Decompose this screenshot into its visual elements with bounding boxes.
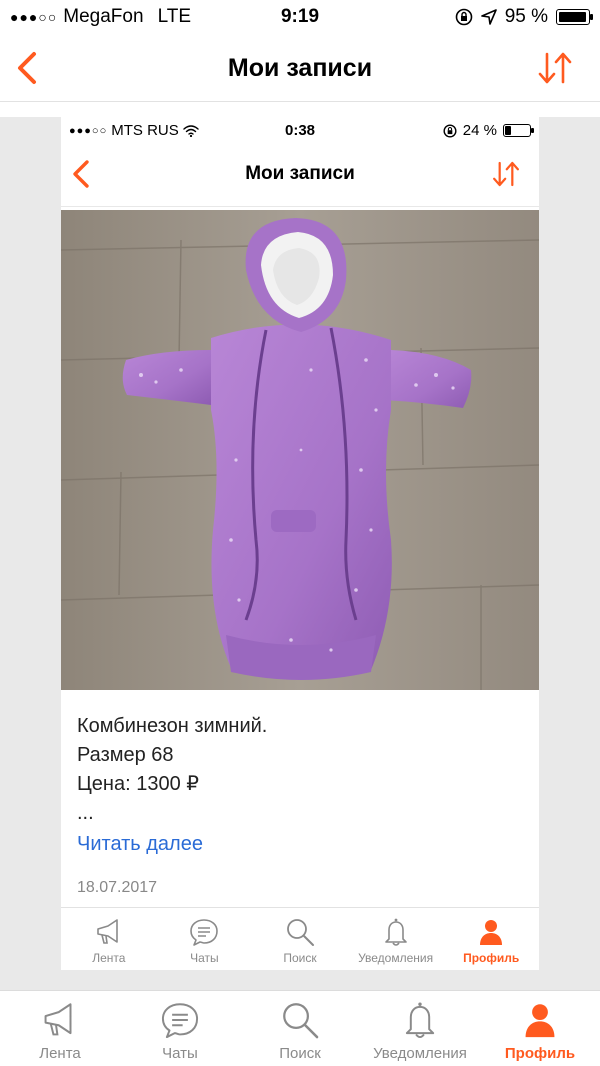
battery-percent: 95 % xyxy=(504,6,548,27)
chat-icon xyxy=(161,1003,199,1039)
battery-fill xyxy=(559,12,586,22)
bell-icon xyxy=(384,918,407,946)
post-photo[interactable] xyxy=(61,210,539,690)
megaphone-icon xyxy=(44,1003,72,1036)
rotation-lock-icon xyxy=(455,8,472,26)
tab-label: Чаты xyxy=(162,1045,198,1062)
tab-profile[interactable]: Профиль xyxy=(480,991,600,1066)
snowsuit-photo-image xyxy=(61,210,539,690)
profile-icon xyxy=(480,920,503,945)
inner-rotation-lock-icon xyxy=(443,123,457,138)
inner-tab-bar: Лента Чаты Поиск Уведомления Профиль xyxy=(61,907,539,970)
embedded-screenshot: ●●●○○ MTS RUS 0:38 24 % Мои записи Комби… xyxy=(61,117,539,970)
location-arrow-icon xyxy=(480,9,497,25)
post-line: Комбинезон зимний. xyxy=(77,715,268,737)
inner-tab-chats: Чаты xyxy=(157,908,253,970)
tab-label: Уведомления xyxy=(373,1045,467,1062)
nav-bar: Мои записи xyxy=(0,36,600,102)
read-more-link[interactable]: Читать далее xyxy=(77,830,527,859)
post-line: Размер 68 xyxy=(77,744,174,766)
tab-label: Профиль xyxy=(504,1045,576,1062)
tab-label: Лента xyxy=(39,1045,81,1062)
post-date: 18.07.2017 xyxy=(77,879,158,896)
tab-search[interactable]: Поиск xyxy=(240,991,360,1066)
post-line: Цена: 1300 ₽ xyxy=(77,773,199,795)
tab-label: Уведомления xyxy=(358,951,434,965)
tab-label: Чаты xyxy=(190,951,219,965)
page-title: Мои записи xyxy=(227,54,373,82)
tab-label: Лента xyxy=(92,951,126,965)
inner-sort-icon xyxy=(493,161,519,187)
inner-tab-search: Поиск xyxy=(252,908,348,970)
battery-icon xyxy=(556,9,593,25)
inner-nav-bar: Мои записи xyxy=(61,145,539,207)
search-icon xyxy=(287,919,314,946)
tab-feed[interactable]: Лента xyxy=(0,991,120,1066)
chat-icon xyxy=(190,919,219,946)
inner-tab-feed: Лента xyxy=(61,908,157,970)
search-icon xyxy=(283,1003,319,1039)
tab-notifications[interactable]: Уведомления xyxy=(360,991,480,1066)
bell-icon xyxy=(405,1002,435,1039)
inner-tab-notifications: Уведомления xyxy=(348,908,444,970)
post-text: Комбинезон зимний. Размер 68 Цена: 1300 … xyxy=(77,712,527,897)
inner-battery-percent: 24 % xyxy=(462,122,497,139)
inner-page-title: Мои записи xyxy=(245,163,355,184)
status-bar: ●●●○○ MegaFon LTE 9:19 95 % xyxy=(0,0,600,36)
tab-bar: Лента Чаты Поиск Уведомления Профиль xyxy=(0,990,600,1066)
megaphone-icon xyxy=(96,919,118,944)
inner-battery-icon xyxy=(503,124,534,137)
sort-icon[interactable] xyxy=(536,50,574,86)
inner-status-bar: ●●●○○ MTS RUS 0:38 24 % xyxy=(61,117,539,145)
tab-label: Профиль xyxy=(463,951,520,965)
profile-icon xyxy=(525,1004,555,1038)
post-line: ... xyxy=(77,802,94,824)
inner-battery-fill xyxy=(505,126,511,135)
tab-label: Поиск xyxy=(279,1045,321,1062)
tab-chats[interactable]: Чаты xyxy=(120,991,240,1066)
inner-tab-profile: Профиль xyxy=(443,908,539,970)
tab-label: Поиск xyxy=(283,951,317,965)
